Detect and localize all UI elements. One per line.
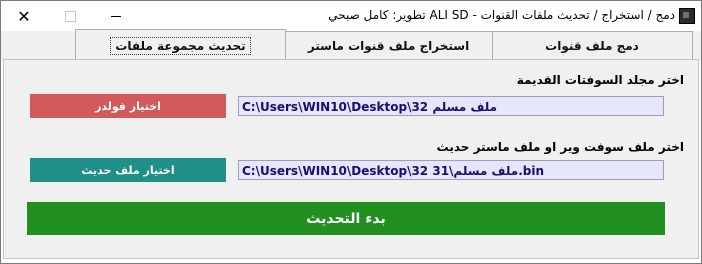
choose-folder-button[interactable]: اختيار فولدر	[30, 94, 226, 118]
minimize-button[interactable]	[93, 1, 139, 31]
tab-label: استخراج ملف قنوات ماستر	[307, 39, 470, 53]
window-title: دمج / استخراج / تحديث ملفات القنوات - AL…	[328, 8, 675, 22]
choose-new-file-button[interactable]: اختيار ملف حديث	[30, 158, 226, 182]
close-icon: ✕	[17, 6, 31, 26]
close-button[interactable]: ✕	[1, 1, 47, 31]
tab-label: تحديث مجموعة ملفات	[110, 36, 251, 55]
tab-merge-channels[interactable]: دمج ملف قنوات	[491, 31, 693, 60]
choose-new-file-label: اختيار ملف حديث	[81, 163, 175, 177]
title-bar: ✕ دمج / استخراج / تحديث ملفات القنوات - …	[1, 1, 701, 31]
tab-label: دمج ملف قنوات	[545, 39, 639, 53]
old-folder-label: اختر مجلد السوفتات القديمة	[516, 73, 684, 87]
maximize-button[interactable]	[47, 1, 93, 31]
tab-strip: دمج ملف قنوات استخراج ملف قنوات ماستر تح…	[1, 29, 701, 61]
choose-folder-label: اختيار فولدر	[95, 99, 161, 113]
new-file-label: اختر ملف سوفت وير او ملف ماستر حديث	[436, 140, 684, 154]
new-file-path-field[interactable]: C:\Users\WIN10\Desktop\32 ملف مسلم\31.bi…	[238, 160, 664, 180]
app-window: ✕ دمج / استخراج / تحديث ملفات القنوات - …	[0, 0, 702, 264]
tab-update-files[interactable]: تحديث مجموعة ملفات	[75, 29, 286, 61]
tab-extract-master[interactable]: استخراج ملف قنوات ماستر	[284, 31, 493, 60]
old-folder-path-field[interactable]: C:\Users\WIN10\Desktop\32 ملف مسلم	[238, 96, 664, 116]
maximize-icon	[64, 10, 76, 22]
app-icon	[679, 8, 695, 24]
start-update-button[interactable]: بدء التحديث	[27, 202, 665, 235]
start-update-label: بدء التحديث	[306, 210, 386, 227]
minimize-icon	[111, 15, 121, 17]
